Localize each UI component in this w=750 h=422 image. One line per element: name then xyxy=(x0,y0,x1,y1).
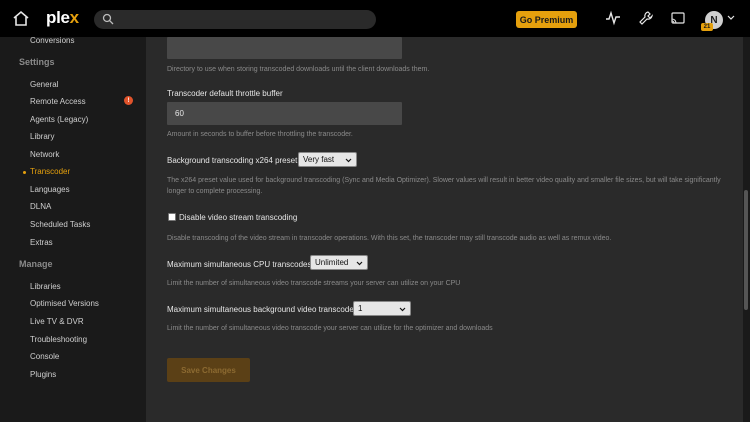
home-icon[interactable] xyxy=(12,10,30,27)
chevron-down-icon xyxy=(399,307,406,312)
x264-preset-label: Background transcoding x264 preset xyxy=(167,156,298,165)
chevron-down-icon xyxy=(356,261,363,266)
sidebar-item-transcoder[interactable]: Transcoder xyxy=(30,167,70,176)
sidebar-item-plugins[interactable]: Plugins xyxy=(30,370,56,379)
alert-icon: ! xyxy=(124,96,133,105)
download-directory-input[interactable] xyxy=(167,37,402,59)
sidebar-item-optimised-versions[interactable]: Optimised Versions xyxy=(30,299,99,308)
x264-preset-value: Very fast xyxy=(303,155,335,164)
go-premium-button[interactable]: Go Premium xyxy=(516,11,577,28)
sidebar-heading-manage: Manage xyxy=(19,259,53,269)
download-directory-hint: Directory to use when storing transcoded… xyxy=(167,66,430,73)
cast-icon[interactable] xyxy=(670,10,686,26)
sidebar-item-libraries[interactable]: Libraries xyxy=(30,282,61,291)
search-icon xyxy=(102,13,114,25)
active-indicator xyxy=(23,171,26,174)
sidebar-item-languages[interactable]: Languages xyxy=(30,185,70,194)
sidebar-item-general[interactable]: General xyxy=(30,80,58,89)
sidebar-item-scheduled-tasks[interactable]: Scheduled Tasks xyxy=(30,220,90,229)
throttle-buffer-label: Transcoder default throttle buffer xyxy=(167,89,283,98)
search-input[interactable] xyxy=(94,10,376,29)
max-background-transcodes-value: 1 xyxy=(358,304,363,313)
sidebar-item-console[interactable]: Console xyxy=(30,352,59,361)
sidebar-item-conversions[interactable]: Conversions xyxy=(30,36,74,45)
max-background-transcodes-select[interactable]: 1 xyxy=(353,301,411,316)
x264-preset-hint: The x264 preset value used for backgroun… xyxy=(167,177,721,195)
save-changes-button[interactable]: Save Changes xyxy=(167,358,250,382)
throttle-buffer-hint: Amount in seconds to buffer before throt… xyxy=(167,131,353,138)
chevron-down-icon[interactable] xyxy=(727,15,735,21)
disable-video-transcoding-hint: Disable transcoding of the video stream … xyxy=(167,235,612,242)
max-background-transcodes-label: Maximum simultaneous background video tr… xyxy=(167,305,354,314)
max-cpu-transcodes-hint: Limit the number of simultaneous video t… xyxy=(167,280,461,287)
sidebar-heading-settings: Settings xyxy=(19,57,55,67)
max-cpu-transcodes-label: Maximum simultaneous CPU transcodes xyxy=(167,260,312,269)
max-background-transcodes-hint: Limit the number of simultaneous video t… xyxy=(167,325,493,332)
sidebar-item-remote-access[interactable]: Remote Access xyxy=(30,97,86,106)
sidebar xyxy=(0,37,146,422)
sidebar-item-agents[interactable]: Agents (Legacy) xyxy=(30,115,88,124)
top-bar: plex Go Premium N 21 xyxy=(0,0,750,37)
wrench-icon[interactable] xyxy=(638,10,654,26)
disable-video-transcoding-label[interactable]: Disable video stream transcoding xyxy=(179,213,297,222)
scrollbar-thumb[interactable] xyxy=(744,190,748,310)
sidebar-item-troubleshooting[interactable]: Troubleshooting xyxy=(30,335,87,344)
max-cpu-transcodes-select[interactable]: Unlimited xyxy=(310,255,368,270)
plex-logo[interactable]: plex xyxy=(46,8,79,28)
sidebar-item-library[interactable]: Library xyxy=(30,132,54,141)
x264-preset-select[interactable]: Very fast xyxy=(298,152,357,167)
sidebar-item-extras[interactable]: Extras xyxy=(30,238,53,247)
sidebar-item-network[interactable]: Network xyxy=(30,150,59,159)
sidebar-item-dlna[interactable]: DLNA xyxy=(30,202,51,211)
max-cpu-transcodes-value: Unlimited xyxy=(315,258,349,267)
throttle-buffer-input[interactable]: 60 xyxy=(167,102,402,125)
activity-icon[interactable] xyxy=(605,10,621,26)
sidebar-item-live-tv-dvr[interactable]: Live TV & DVR xyxy=(30,317,84,326)
chevron-down-icon xyxy=(345,158,352,163)
notification-count-badge: 21 xyxy=(701,23,713,31)
disable-video-transcoding-checkbox[interactable] xyxy=(168,213,176,221)
